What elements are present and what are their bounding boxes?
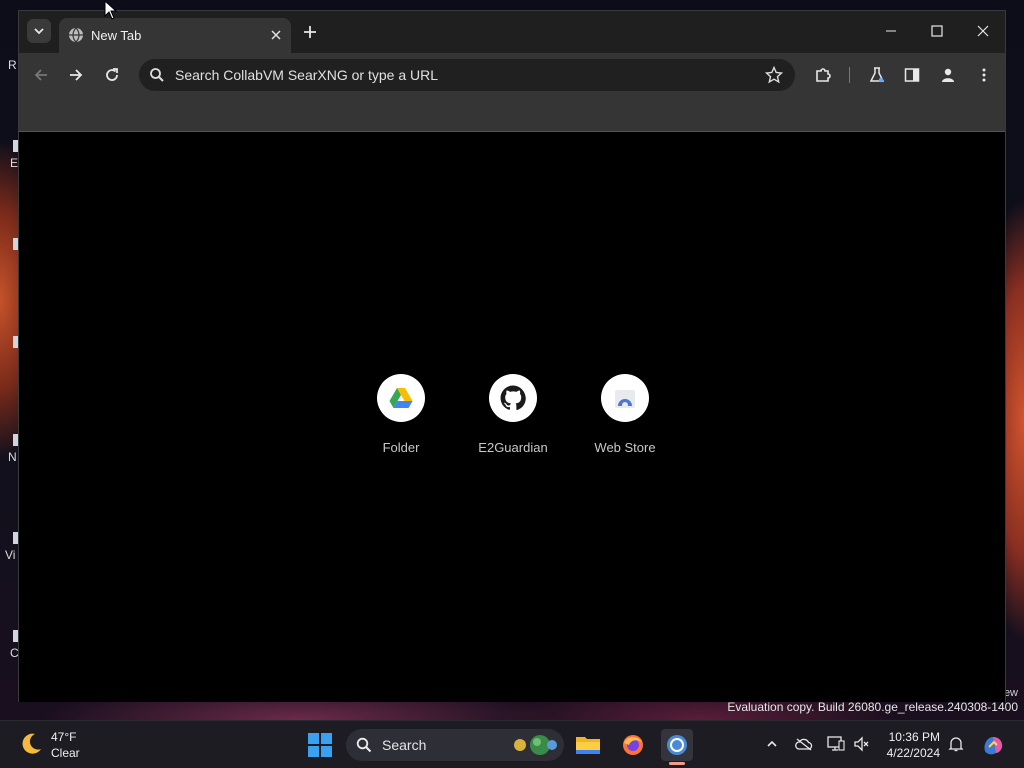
- notifications-button[interactable]: [947, 735, 965, 753]
- search-highlight-icon: [514, 735, 557, 755]
- evaluation-watermark: ew Evaluation copy. Build 26080.ge_relea…: [727, 687, 1018, 714]
- browser-window: New Tab Search CollabVM SearXNG or type …: [18, 10, 1006, 702]
- plus-icon: [304, 26, 316, 38]
- minimize-button[interactable]: [879, 19, 903, 43]
- taskbar-firefox[interactable]: [617, 729, 649, 761]
- active-app-indicator: [669, 762, 685, 765]
- weather-temperature[interactable]: 47°F: [51, 730, 76, 744]
- tab-title: New Tab: [91, 28, 142, 43]
- star-icon[interactable]: [765, 66, 783, 84]
- forward-button[interactable]: [64, 63, 88, 87]
- windows-start-icon[interactable]: [307, 732, 333, 758]
- network-icon: [827, 736, 845, 751]
- watermark-text: Evaluation copy. Build 26080.ge_release.…: [727, 700, 1018, 714]
- menu-button[interactable]: [972, 63, 996, 87]
- toolbar-divider: [849, 67, 850, 83]
- bookmarks-bar: [19, 95, 1005, 132]
- tray-network[interactable]: [827, 735, 845, 753]
- profile-icon: [942, 68, 954, 82]
- clock-date[interactable]: 4/22/2024: [870, 746, 940, 760]
- shortcut-icon-container: [377, 374, 425, 422]
- omnibox-input[interactable]: [175, 63, 745, 87]
- desktop-icon-label[interactable]: N: [8, 450, 17, 464]
- shortcut-label: Folder: [382, 440, 420, 455]
- shortcut-e2guardian[interactable]: E2Guardian: [463, 374, 563, 464]
- firefox-icon: [623, 735, 643, 755]
- shortcut-web-store[interactable]: Web Store: [575, 374, 675, 464]
- taskbar-file-explorer[interactable]: [572, 729, 604, 761]
- new-tab-button[interactable]: [299, 21, 321, 43]
- weather-condition[interactable]: Clear: [51, 746, 80, 760]
- back-icon: [34, 69, 47, 81]
- close-window-button[interactable]: [971, 19, 995, 43]
- profile-button[interactable]: [936, 63, 960, 87]
- tab-search-button[interactable]: [27, 19, 51, 43]
- google-drive-icon: [389, 388, 413, 408]
- close-icon: [977, 25, 989, 37]
- shortcut-icon-container: [489, 374, 537, 422]
- taskbar-chrome[interactable]: [661, 729, 693, 761]
- web-store-icon: [615, 390, 635, 408]
- back-button[interactable]: [29, 63, 53, 87]
- close-icon: [271, 30, 281, 40]
- taskbar: 47°F Clear Search 10:36 PM 4/22/2024: [0, 720, 1024, 768]
- forward-icon: [70, 69, 83, 81]
- search-icon: [356, 737, 372, 753]
- chevron-down-icon: [34, 28, 44, 35]
- minimize-icon: [886, 30, 896, 32]
- globe-icon: [69, 27, 83, 43]
- mouse-cursor-icon: [104, 0, 118, 20]
- shortcut-label: E2Guardian: [478, 440, 548, 455]
- volume-muted-icon: [854, 736, 869, 752]
- github-icon: [500, 385, 526, 411]
- tab-new-tab[interactable]: New Tab: [59, 18, 291, 53]
- file-explorer-icon: [576, 737, 600, 754]
- search-icon: [150, 68, 164, 82]
- watermark-fragment: ew: [1003, 687, 1018, 699]
- maximize-button[interactable]: [925, 19, 949, 43]
- desktop-icon-label[interactable]: E: [10, 156, 18, 170]
- taskbar-search[interactable]: Search: [346, 729, 564, 761]
- labs-icon: [869, 67, 885, 83]
- side-panel-button[interactable]: [900, 63, 924, 87]
- tray-overflow-button[interactable]: [763, 735, 781, 753]
- new-tab-page: Folder E2Guardian Web Store: [19, 133, 1005, 702]
- desktop-icon-label[interactable]: R: [8, 58, 17, 72]
- copilot-icon: [984, 737, 1003, 755]
- browser-toolbar: [19, 53, 1005, 95]
- taskbar-search-label: Search: [382, 737, 427, 753]
- labs-button[interactable]: [865, 63, 889, 87]
- shortcut-label: Web Store: [594, 440, 656, 455]
- bell-icon: [948, 737, 964, 752]
- omnibox[interactable]: [139, 59, 795, 91]
- copilot-button[interactable]: [981, 733, 1005, 757]
- side-panel-icon: [904, 68, 920, 82]
- clock-time[interactable]: 10:36 PM: [880, 730, 940, 744]
- desktop-icon-label[interactable]: Vi: [5, 548, 15, 562]
- chrome-icon: [667, 735, 687, 755]
- reload-icon: [106, 68, 118, 81]
- tray-volume[interactable]: [853, 735, 871, 753]
- menu-icon: [982, 68, 986, 82]
- tray-onedrive[interactable]: [795, 735, 813, 753]
- tab-strip: New Tab: [19, 11, 1005, 53]
- shortcut-icon-container: [601, 374, 649, 422]
- tab-close-button[interactable]: [267, 26, 285, 44]
- extensions-icon: [816, 68, 831, 82]
- onedrive-icon: [795, 738, 813, 751]
- reload-button[interactable]: [100, 63, 124, 87]
- chevron-up-icon: [767, 740, 777, 747]
- maximize-icon: [931, 25, 943, 37]
- extensions-button[interactable]: [811, 63, 835, 87]
- moon-icon[interactable]: [18, 731, 44, 757]
- shortcut-folder[interactable]: Folder: [351, 374, 451, 464]
